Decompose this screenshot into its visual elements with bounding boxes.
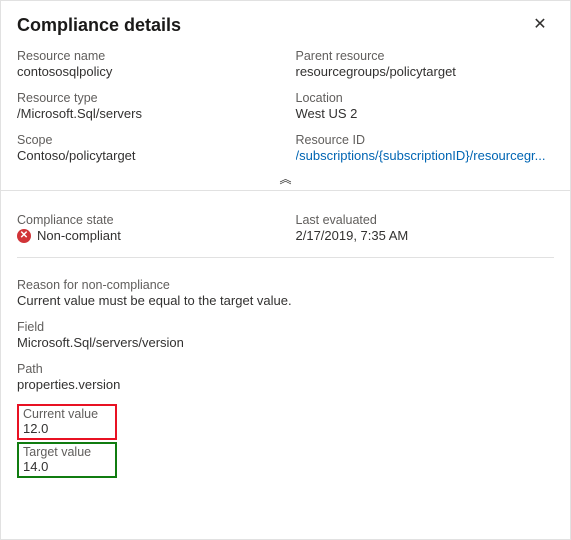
error-icon: ✕ (17, 229, 31, 243)
prop-resource-name: Resource name contososqlpolicy (17, 49, 276, 79)
last-evaluated: Last evaluated 2/17/2019, 7:35 AM (296, 213, 555, 243)
current-value-box: Current value 12.0 (17, 404, 117, 440)
prop-parent-resource: Parent resource resourcegroups/policytar… (296, 49, 555, 79)
reason-block: Reason for non-compliance Current value … (17, 278, 554, 308)
location-value: West US 2 (296, 106, 555, 121)
current-value-value: 12.0 (23, 421, 111, 436)
resource-name-value: contososqlpolicy (17, 64, 276, 79)
close-button[interactable]: ✕ (526, 11, 554, 39)
compliance-state-value-row: ✕ Non-compliant (17, 228, 276, 243)
prop-scope: Scope Contoso/policytarget (17, 133, 276, 163)
field-label: Field (17, 320, 554, 334)
resource-type-value: /Microsoft.Sql/servers (17, 106, 276, 121)
target-value-label: Target value (23, 445, 111, 459)
path-value: properties.version (17, 377, 554, 392)
panel-title: Compliance details (17, 15, 181, 36)
resource-id-label: Resource ID (296, 133, 555, 147)
target-value-value: 14.0 (23, 459, 111, 474)
path-label: Path (17, 362, 554, 376)
current-value-label: Current value (23, 407, 111, 421)
properties-grid: Resource name contososqlpolicy Parent re… (1, 45, 570, 165)
compliance-state-value: Non-compliant (37, 228, 121, 243)
prop-resource-id: Resource ID /subscriptions/{subscription… (296, 133, 555, 163)
last-evaluated-value: 2/17/2019, 7:35 AM (296, 228, 555, 243)
reason-value: Current value must be equal to the targe… (17, 293, 554, 308)
current-value-block: Current value 12.0 (17, 404, 554, 440)
status-row: Compliance state ✕ Non-compliant Last ev… (1, 191, 570, 257)
scope-value: Contoso/policytarget (17, 148, 276, 163)
prop-resource-type: Resource type /Microsoft.Sql/servers (17, 91, 276, 121)
parent-resource-value: resourcegroups/policytarget (296, 64, 555, 79)
location-label: Location (296, 91, 555, 105)
reason-label: Reason for non-compliance (17, 278, 554, 292)
target-value-block: Target value 14.0 (17, 442, 554, 478)
scope-label: Scope (17, 133, 276, 147)
resource-name-label: Resource name (17, 49, 276, 63)
last-evaluated-label: Last evaluated (296, 213, 555, 227)
chevron-up-icon: ︽ (279, 172, 291, 186)
field-block: Field Microsoft.Sql/servers/version (17, 320, 554, 350)
resource-id-link[interactable]: /subscriptions/{subscriptionID}/resource… (296, 148, 555, 163)
panel-header: Compliance details ✕ (1, 1, 570, 45)
noncompliance-details: Reason for non-compliance Current value … (1, 258, 570, 478)
compliance-state: Compliance state ✕ Non-compliant (17, 213, 276, 243)
target-value-box: Target value 14.0 (17, 442, 117, 478)
collapse-row: ︽ (1, 165, 570, 191)
compliance-details-panel: Compliance details ✕ Resource name conto… (0, 0, 571, 540)
parent-resource-label: Parent resource (296, 49, 555, 63)
prop-location: Location West US 2 (296, 91, 555, 121)
collapse-toggle[interactable]: ︽ (273, 169, 297, 188)
field-value: Microsoft.Sql/servers/version (17, 335, 554, 350)
compliance-state-label: Compliance state (17, 213, 276, 227)
close-icon: ✕ (533, 16, 546, 33)
path-block: Path properties.version (17, 362, 554, 392)
resource-type-label: Resource type (17, 91, 276, 105)
